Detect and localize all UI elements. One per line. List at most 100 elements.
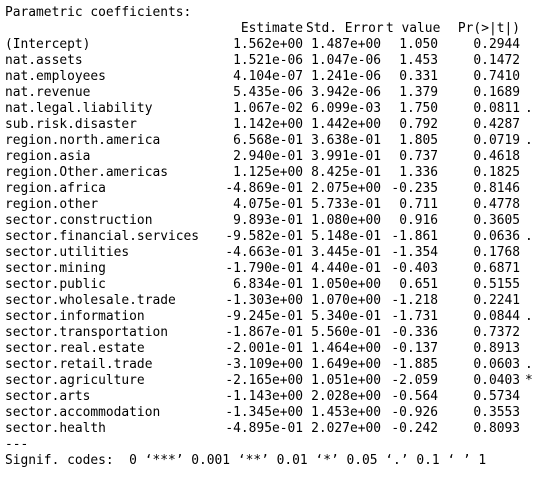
p-value: 0.4287: [473, 117, 520, 132]
significance-marker: .: [525, 357, 533, 372]
estimate-value: 1.067e-02: [233, 101, 303, 116]
estimate-value: 1.142e+00: [233, 117, 303, 132]
std-error-value: 1.051e+00: [311, 373, 381, 388]
term-name: sector.accommodation: [5, 405, 161, 420]
term-name: sector.public: [5, 277, 106, 292]
table-row: sector.mining -1.790e-01 4.440e-01 -0.403 0.…: [0, 261, 549, 277]
table-row: nat.assets 1.521e-06 1.047e-06 1.453 0.1472: [0, 53, 549, 69]
table-row: region.asia 2.940e-01 3.991e-01 0.737 0.4618: [0, 149, 549, 165]
std-error-value: 2.028e+00: [311, 389, 381, 404]
p-value: 0.2241: [473, 293, 520, 308]
coefficient-table: (Intercept) 1.562e+00 1.487e+00 1.050 0.2944…: [0, 37, 549, 437]
significance-marker: *: [525, 373, 533, 388]
p-value: 0.8913: [473, 341, 520, 356]
term-name: sector.real.estate: [5, 341, 145, 356]
term-name: sector.information: [5, 309, 145, 324]
estimate-value: 5.435e-06: [233, 85, 303, 100]
p-value: 0.3553: [473, 405, 520, 420]
t-value: 0.737: [399, 149, 438, 164]
table-row: sector.financial.services -9.582e-01 5.148…: [0, 229, 549, 245]
t-value: 0.711: [399, 197, 438, 212]
estimate-value: 2.940e-01: [233, 149, 303, 164]
std-error-value: 1.241e-06: [311, 69, 381, 84]
t-value: -2.059: [391, 373, 438, 388]
std-error-value: 3.638e-01: [311, 133, 381, 148]
estimate-value: -1.790e-01: [225, 261, 303, 276]
significance-marker: .: [525, 101, 533, 116]
std-error-value: 5.560e-01: [311, 325, 381, 340]
t-value: 1.805: [399, 133, 438, 148]
p-value: 0.0403: [473, 373, 520, 388]
term-name: sector.transportation: [5, 325, 168, 340]
term-name: sector.utilities: [5, 245, 130, 260]
term-name: nat.legal.liability: [5, 101, 153, 116]
std-error-value: 1.080e+00: [311, 213, 381, 228]
estimate-value: -9.582e-01: [225, 229, 303, 244]
estimate-value: 4.075e-01: [233, 197, 303, 212]
t-value: 1.750: [399, 101, 438, 116]
t-value: 1.379: [399, 85, 438, 100]
table-row: region.africa -4.869e-01 2.075e+00 -0.235 0.…: [0, 181, 549, 197]
table-row: sector.utilities -4.663e-01 3.445e-01 -1.35…: [0, 245, 549, 261]
p-value: 0.7410: [473, 69, 520, 84]
p-value: 0.5155: [473, 277, 520, 292]
table-row: sector.wholesale.trade -1.303e+00 1.070e+0…: [0, 293, 549, 309]
column-header-row: Estimate Std. Error t value Pr(>|t|): [0, 21, 549, 37]
table-row: sector.agriculture -2.165e+00 1.051e+00 -2.…: [0, 373, 549, 389]
estimate-value: 1.562e+00: [233, 37, 303, 52]
p-value: 0.0719: [473, 133, 520, 148]
std-error-value: 2.075e+00: [311, 181, 381, 196]
t-value: 1.336: [399, 165, 438, 180]
std-error-value: 3.445e-01: [311, 245, 381, 260]
t-value: -0.926: [391, 405, 438, 420]
table-row: sector.accommodation -1.345e+00 1.453e+00-…: [0, 405, 549, 421]
std-error-value: 1.070e+00: [311, 293, 381, 308]
table-row: nat.legal.liability 1.067e-02 6.099e-03 1.7…: [0, 101, 549, 117]
t-value: 0.792: [399, 117, 438, 132]
estimate-value: 1.125e+00: [233, 165, 303, 180]
estimate-value: -2.001e-01: [225, 341, 303, 356]
table-title: Parametric coefficients:: [5, 5, 192, 20]
term-name: sector.financial.services: [5, 229, 200, 244]
term-name: (Intercept): [5, 37, 91, 52]
t-value: 0.916: [399, 213, 438, 228]
p-value: 0.4778: [473, 197, 520, 212]
estimate-value: -9.245e-01: [225, 309, 303, 324]
std-error-value: 6.099e-03: [311, 101, 381, 116]
p-value: 0.2944: [473, 37, 520, 52]
t-value: -1.885: [391, 357, 438, 372]
estimate-value: -1.345e+00: [225, 405, 303, 420]
term-name: sector.arts: [5, 389, 91, 404]
term-name: nat.revenue: [5, 85, 91, 100]
title-line: Parametric coefficients:: [0, 5, 549, 21]
estimate-value: -4.663e-01: [225, 245, 303, 260]
estimate-value: -1.303e+00: [225, 293, 303, 308]
estimate-value: 6.834e-01: [233, 277, 303, 292]
table-row: sector.public 6.834e-01 1.050e+00 0.651 0.51…: [0, 277, 549, 293]
significance-marker: .: [525, 309, 533, 324]
p-value: 0.1689: [473, 85, 520, 100]
t-value: 0.651: [399, 277, 438, 292]
term-name: sector.health: [5, 421, 106, 436]
estimate-value: -4.895e-01: [225, 421, 303, 436]
t-value: 0.331: [399, 69, 438, 84]
signif-codes: Signif. codes: 0 ‘***’ 0.001 ‘**’ 0.01 ‘…: [5, 453, 487, 468]
term-name: sector.wholesale.trade: [5, 293, 176, 308]
std-error-value: 1.442e+00: [311, 117, 381, 132]
table-row: sector.retail.trade -3.109e+00 1.649e+00 -1…: [0, 357, 549, 373]
estimate-value: -3.109e+00: [225, 357, 303, 372]
estimate-value: -4.869e-01: [225, 181, 303, 196]
t-value: -1.218: [391, 293, 438, 308]
p-value: 0.7372: [473, 325, 520, 340]
significance-marker: .: [525, 133, 533, 148]
t-value: -1.861: [391, 229, 438, 244]
estimate-value: -1.143e+00: [225, 389, 303, 404]
p-value: 0.1472: [473, 53, 520, 68]
term-name: region.asia: [5, 149, 91, 164]
std-error-value: 5.148e-01: [311, 229, 381, 244]
term-name: nat.assets: [5, 53, 83, 68]
std-error-value: 1.487e+00: [311, 37, 381, 52]
term-name: sector.mining: [5, 261, 106, 276]
t-value: -0.336: [391, 325, 438, 340]
table-row: sector.construction 9.893e-01 1.080e+00 0.9…: [0, 213, 549, 229]
